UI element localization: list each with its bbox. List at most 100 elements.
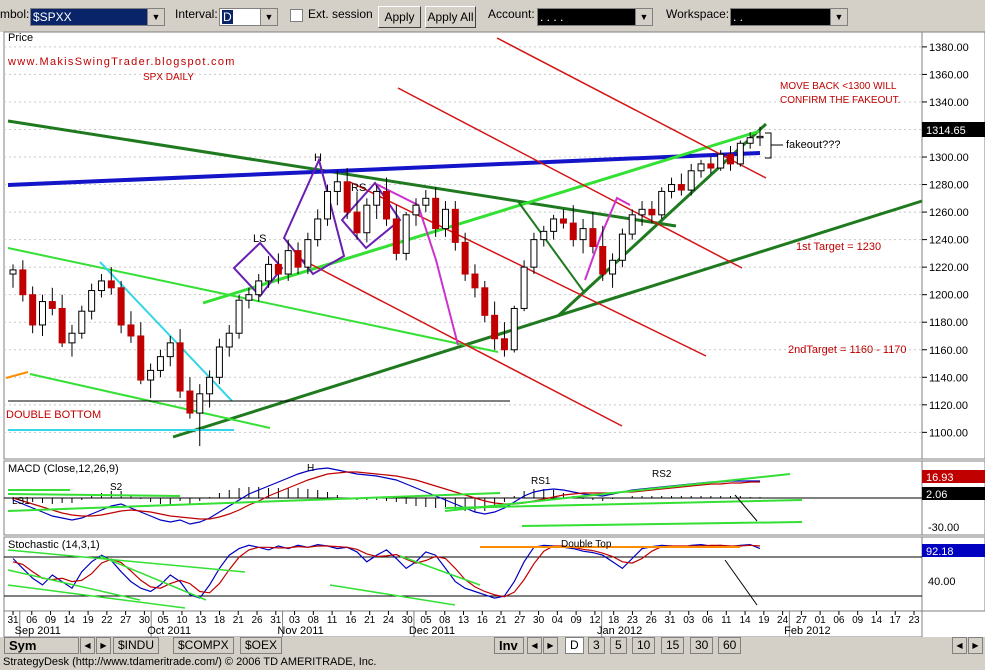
price-tick-label: 1140.00 (929, 372, 968, 384)
date-tick-label: 27 (514, 615, 526, 626)
date-tick-label: 06 (702, 615, 714, 626)
tab-symbol-oex[interactable]: $OEX (240, 637, 283, 654)
tab-interval-60[interactable]: 60 (718, 637, 742, 654)
candle-up (255, 280, 263, 296)
tab-interval-5[interactable]: 5 (610, 637, 627, 654)
tab-symbol-compx[interactable]: $COMPX (173, 637, 234, 654)
macd-ls1-label: LS1 (12, 496, 30, 507)
tab-interval-30[interactable]: 30 (690, 637, 714, 654)
date-tick-label: 11 (327, 615, 338, 626)
price-tick-label: 1100.00 (929, 427, 968, 439)
candle-up (756, 135, 764, 139)
candle-down (648, 208, 656, 216)
tab-symbol-indu[interactable]: $INDU (113, 637, 160, 654)
candle-down (48, 301, 56, 309)
arrow-right-icon[interactable]: ▶ (96, 637, 111, 654)
candle-down (294, 250, 302, 268)
candle-down (176, 342, 184, 392)
price-tick-label: 1360.00 (929, 69, 969, 81)
arrow-right-icon[interactable]: ▶ (968, 637, 983, 654)
tab-interval-15[interactable]: 15 (661, 637, 685, 654)
candle-down (117, 287, 125, 326)
arrow-left-icon[interactable]: ◀ (952, 637, 967, 654)
month-label: Dec 2011 (409, 625, 455, 637)
candle-down (599, 246, 607, 275)
macd-h-label: H (307, 463, 314, 474)
candle-up (609, 259, 617, 275)
target2-annotation: 2ndTarget = 1160 - 1170 (788, 344, 907, 356)
arrow-left-icon[interactable]: ◀ (80, 637, 95, 654)
last-price-label: 1314.65 (926, 125, 966, 137)
status-bar: StrategyDesk (http://www.tdameritrade.co… (3, 656, 377, 668)
date-tick-label: 19 (83, 615, 95, 626)
candle-up (510, 307, 518, 351)
candle-up (638, 208, 646, 216)
month-label: Nov 2011 (277, 625, 323, 637)
tab-interval-3[interactable]: 3 (588, 637, 605, 654)
date-tick-label: 16 (345, 615, 357, 626)
month-label: Feb 2012 (784, 625, 830, 637)
move-back-annotation: MOVE BACK <1300 WILL (780, 81, 897, 92)
candle-up (225, 332, 233, 348)
stoch-tick-label: 40.00 (928, 576, 956, 588)
price-panel-title: Price (8, 32, 33, 44)
candle-down (58, 307, 66, 344)
candle-up (540, 230, 548, 241)
date-tick-label: 26 (646, 615, 658, 626)
candle-up (245, 294, 253, 301)
macd-s2-label: S2 (110, 482, 123, 493)
blog-annotation: www.MakisSwingTrader.blogspot.com (7, 56, 236, 68)
date-tick-label: 21 (495, 615, 507, 626)
tab-sym[interactable]: Sym (4, 637, 79, 654)
candle-up (717, 153, 725, 169)
date-tick-label: 14 (871, 615, 883, 626)
price-tick-label: 1260.00 (929, 207, 969, 219)
candle-down (107, 280, 115, 289)
candle-down (432, 197, 440, 230)
date-tick-label: 14 (64, 615, 76, 626)
arrow-right-icon[interactable]: ▶ (543, 637, 558, 654)
fakeout-annotation: fakeout??? (786, 139, 840, 151)
double-bottom-annotation: DOUBLE BOTTOM (6, 409, 101, 421)
candle-down (186, 390, 194, 414)
candle-down (353, 211, 361, 234)
tab-inv[interactable]: Inv (494, 637, 524, 654)
price-tick-label: 1200.00 (929, 290, 969, 302)
date-tick-label: 04 (552, 615, 564, 626)
candle-down (343, 181, 351, 213)
candle-up (68, 332, 76, 344)
date-tick-label: 21 (233, 615, 245, 626)
candle-up (314, 218, 322, 241)
candle-down (19, 269, 27, 296)
price-tick-label: 1120.00 (929, 400, 968, 412)
candle-up (88, 290, 96, 312)
date-tick-label: 21 (364, 615, 376, 626)
ls-label: LS (253, 233, 266, 245)
candle-up (206, 376, 214, 395)
candle-down (677, 184, 685, 191)
price-axis-ticks: 1380.001360.001340.001320.001300.001280.… (922, 42, 969, 439)
candle-up (668, 184, 676, 192)
candle-up (9, 269, 17, 275)
candle-up (373, 190, 381, 206)
arrow-left-icon[interactable]: ◀ (527, 637, 542, 654)
candle-up (746, 137, 754, 144)
candle-up (402, 214, 410, 254)
price-tick-label: 1380.00 (929, 42, 969, 54)
candle-down (461, 241, 469, 275)
candle-up (38, 301, 46, 326)
price-tick-label: 1300.00 (929, 152, 969, 164)
tab-interval-10[interactable]: 10 (632, 637, 656, 654)
candle-down (491, 314, 499, 340)
date-tick-label: 06 (833, 615, 845, 626)
date-tick-label: 14 (740, 615, 752, 626)
month-label: Jan 2012 (597, 625, 642, 637)
price-tick-label: 1160.00 (929, 345, 968, 357)
tab-interval-d[interactable]: D (565, 637, 584, 654)
candle-down (589, 228, 597, 247)
stoch-double-top-label: Double Top (561, 539, 612, 550)
candle-down (559, 218, 567, 224)
date-tick-label: 22 (101, 615, 113, 626)
candle-up (550, 218, 558, 232)
candle-up (618, 233, 626, 261)
